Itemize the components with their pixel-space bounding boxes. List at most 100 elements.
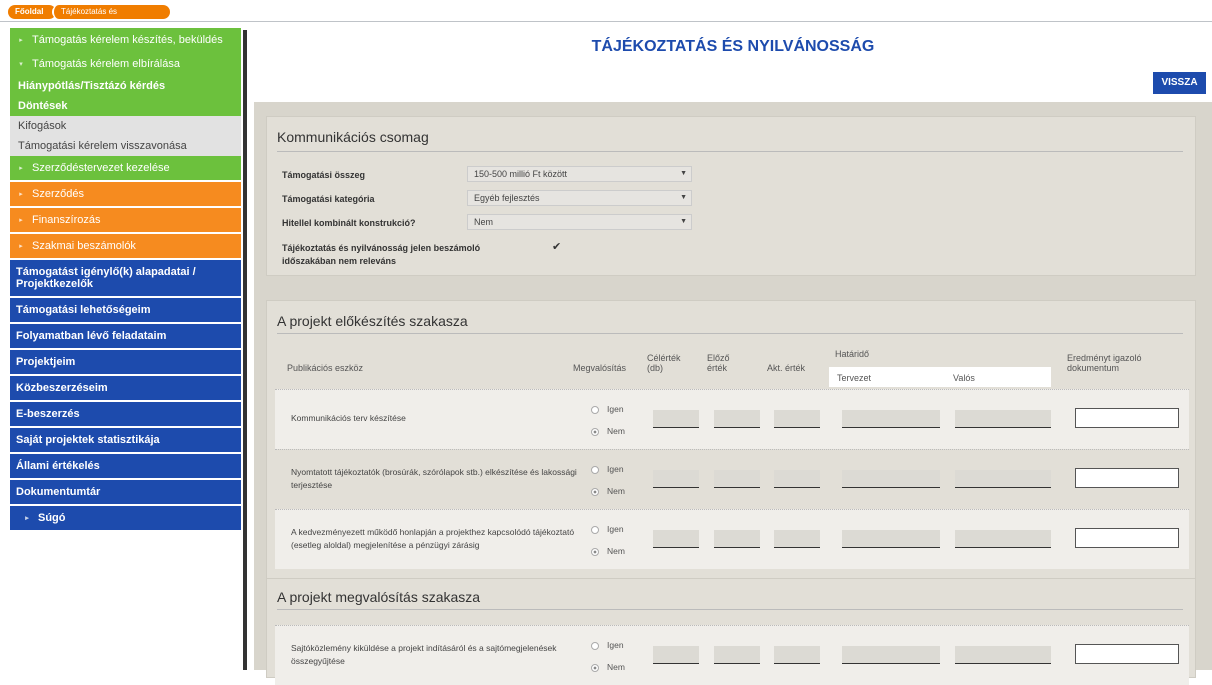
breadcrumb-home[interactable]: Főoldal (8, 5, 56, 19)
current-input[interactable] (774, 470, 820, 488)
amount-select[interactable]: 150-500 millió Ft között ▼ (467, 166, 692, 182)
radio-icon (591, 641, 599, 650)
document-textarea[interactable] (1075, 408, 1179, 428)
preparation-title: A projekt előkészítés szakasza (277, 313, 468, 329)
radio-no[interactable]: Nem (591, 662, 625, 672)
table-row: Kommunikációs terv készítése Igen Nem (275, 389, 1189, 449)
planned-date-input[interactable] (842, 530, 940, 548)
sidebar-item-label: Támogatás kérelem elbírálása (32, 58, 180, 70)
radio-no[interactable]: Nem (591, 426, 625, 436)
deadline-subheader: Tervezet Valós (829, 367, 1051, 387)
sidebar-item-label: Szerződéstervezet kezelése (32, 162, 170, 174)
sidebar-item-label: Hiánypótlás/Tisztázó kérdés (18, 80, 166, 92)
sidebar-item[interactable]: Állami értékelés (10, 454, 241, 478)
sidebar-item-label: Támogatást igénylő(k) alapadatai / Proje… (16, 266, 196, 290)
main-area: TÁJÉKOZTATÁS ÉS NYILVÁNOSSÁG VISSZA Komm… (254, 22, 1212, 685)
radio-yes[interactable]: Igen (591, 464, 624, 474)
sidebar-item[interactable]: ▾ Támogatás kérelem elbírálása (10, 52, 241, 76)
radio-yes-label: Igen (607, 464, 624, 474)
actual-date-input[interactable] (955, 646, 1051, 664)
actual-date-input[interactable] (955, 530, 1051, 548)
radio-no[interactable]: Nem (591, 486, 625, 496)
radio-selected-icon (591, 663, 599, 672)
document-textarea[interactable] (1075, 468, 1179, 488)
sidebar-item[interactable]: Projektjeim (10, 350, 241, 374)
sidebar-item[interactable]: Dokumentumtár (10, 480, 241, 504)
planned-date-input[interactable] (842, 470, 940, 488)
radio-no-label: Nem (607, 486, 625, 496)
sidebar-item[interactable]: ▸ Szerződéstervezet kezelése (10, 156, 241, 180)
sidebar-item[interactable]: Saját projektek statisztikája (10, 428, 241, 452)
radio-yes-label: Igen (607, 404, 624, 414)
radio-yes[interactable]: Igen (591, 404, 624, 414)
planned-date-input[interactable] (842, 410, 940, 428)
sidebar-item[interactable]: ▸ Szakmai beszámolók (10, 234, 241, 258)
sidebar-item[interactable]: Támogatási kérelem visszavonása (10, 136, 241, 156)
radio-no[interactable]: Nem (591, 546, 625, 556)
sidebar-item-label: Támogatás kérelem készítés, beküldés (32, 34, 223, 46)
row-label: Sajtóközlemény kiküldése a projekt indít… (291, 643, 557, 666)
amount-value: 150-500 millió Ft között (474, 169, 568, 179)
sidebar-item[interactable]: Döntések (10, 96, 241, 116)
radio-icon (591, 525, 599, 534)
field-label-loan: Hitellel kombinált konstrukció? (282, 218, 416, 228)
loan-select[interactable]: Nem ▼ (467, 214, 692, 230)
previous-input[interactable] (714, 470, 760, 488)
arrow-icon: ▾ (19, 61, 23, 68)
row-label: Nyomtatott tájékoztatók (brosúrák, szóró… (291, 467, 577, 490)
field-label-amount: Támogatási összeg (282, 170, 366, 180)
previous-input[interactable] (714, 646, 760, 664)
sidebar-item[interactable]: ▸ Szerződés (10, 182, 241, 206)
planned-date-input[interactable] (842, 646, 940, 664)
col-header-planned: Tervezet (837, 373, 872, 383)
col-header-actual: Valós (953, 373, 975, 383)
actual-date-input[interactable] (955, 470, 1051, 488)
arrow-icon: ▸ (19, 217, 23, 224)
sidebar-item[interactable]: ▸ Támogatás kérelem készítés, beküldés (10, 28, 241, 52)
document-textarea[interactable] (1075, 644, 1179, 664)
sidebar-item[interactable]: Kifogások (10, 116, 241, 136)
current-input[interactable] (774, 410, 820, 428)
table-row: A kedvezményezett működő honlapján a pro… (275, 509, 1189, 569)
sidebar-item-label: Saját projektek statisztikája (16, 434, 160, 446)
radio-icon (591, 405, 599, 414)
sidebar-item[interactable]: Folyamatban lévő feladataim (10, 324, 241, 348)
previous-input[interactable] (714, 530, 760, 548)
radio-yes[interactable]: Igen (591, 524, 624, 534)
sidebar-item[interactable]: E-beszerzés (10, 402, 241, 426)
table-row: Nyomtatott tájékoztatók (brosúrák, szóró… (275, 449, 1189, 509)
target-input[interactable] (653, 470, 699, 488)
sidebar-item[interactable]: Közbeszerzéseim (10, 376, 241, 400)
actual-date-input[interactable] (955, 410, 1051, 428)
col-header-target: Célérték (db) (647, 353, 681, 373)
sidebar-item[interactable]: ▸ Súgó (10, 506, 241, 530)
sidebar-item[interactable]: ▸ Finanszírozás (10, 208, 241, 232)
current-input[interactable] (774, 530, 820, 548)
target-input[interactable] (653, 646, 699, 664)
arrow-icon: ▸ (19, 37, 23, 44)
sidebar-item[interactable]: Támogatási lehetőségeim (10, 298, 241, 322)
current-input[interactable] (774, 646, 820, 664)
top-bar: Főoldal Tájékoztatás és nyilvánosság (0, 0, 1212, 30)
sidebar-item[interactable]: Támogatást igénylő(k) alapadatai / Proje… (10, 260, 241, 296)
not-relevant-checkbox[interactable]: ✔ (552, 240, 561, 253)
col-header-deadline: Határidő (835, 349, 870, 359)
radio-selected-icon (591, 427, 599, 436)
field-label-category: Támogatási kategória (282, 194, 375, 204)
previous-input[interactable] (714, 410, 760, 428)
target-input[interactable] (653, 410, 699, 428)
package-title: Kommunikációs csomag (277, 129, 429, 145)
sidebar-item[interactable]: Hiánypótlás/Tisztázó kérdés (10, 76, 241, 96)
radio-yes[interactable]: Igen (591, 640, 624, 650)
category-select[interactable]: Egyéb fejlesztés ▼ (467, 190, 692, 206)
document-textarea[interactable] (1075, 528, 1179, 548)
radio-no-label: Nem (607, 426, 625, 436)
radio-no-label: Nem (607, 662, 625, 672)
dropdown-arrow-icon: ▼ (680, 194, 687, 201)
back-button[interactable]: VISSZA (1153, 72, 1206, 94)
implementation-title: A projekt megvalósítás szakasza (277, 589, 481, 605)
target-input[interactable] (653, 530, 699, 548)
sidebar-item-label: Szerződés (32, 188, 84, 200)
breadcrumb-current[interactable]: Tájékoztatás és nyilvánosság (52, 5, 170, 30)
sidebar-item-label: Szakmai beszámolók (32, 240, 136, 252)
